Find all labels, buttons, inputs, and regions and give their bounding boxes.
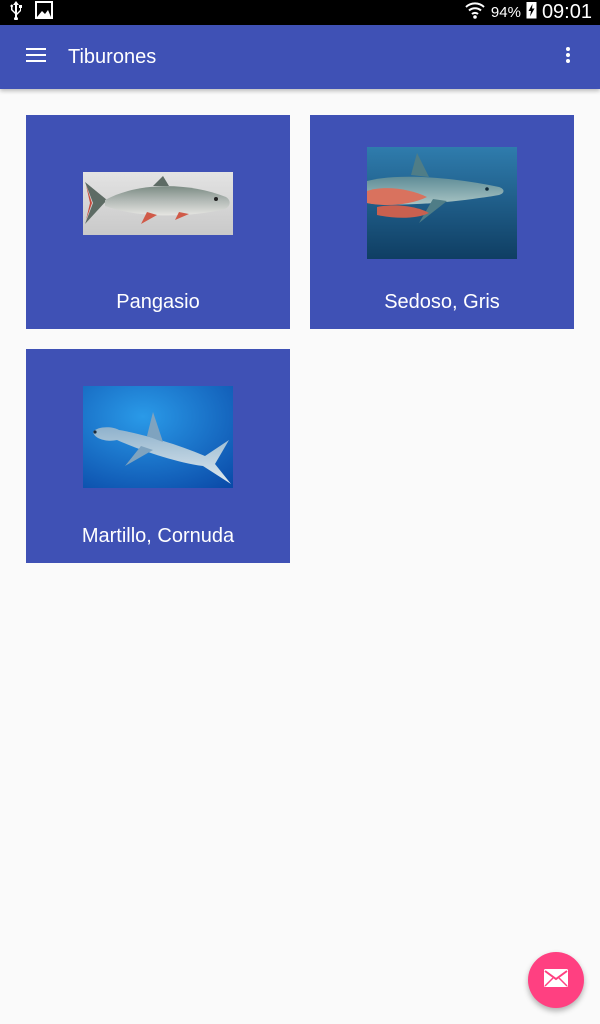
status-right: 94% 09:01 xyxy=(464,0,592,25)
card-label: Sedoso, Gris xyxy=(384,291,500,313)
card-label: Pangasio xyxy=(116,291,200,313)
email-fab-button[interactable] xyxy=(528,952,584,1008)
shark-card-martillo-cornuda[interactable]: Martillo, Cornuda xyxy=(26,349,290,563)
shark-card-sedoso-gris[interactable]: Sedoso, Gris xyxy=(310,115,574,329)
clock: 09:01 xyxy=(541,1,592,23)
hammerhead-shark-image xyxy=(83,386,233,488)
card-label: Martillo, Cornuda xyxy=(81,525,235,547)
wifi-icon xyxy=(464,0,486,25)
silky-shark-image xyxy=(367,147,517,259)
shark-card-pangasio[interactable]: Pangasio xyxy=(26,115,290,329)
status-left xyxy=(8,0,54,25)
email-icon xyxy=(543,968,569,993)
battery-percent: 94% xyxy=(490,4,521,21)
pangasius-fish-image xyxy=(83,172,233,235)
menu-button[interactable] xyxy=(16,37,56,77)
app-bar: Tiburones xyxy=(0,25,600,89)
status-bar: 94% 09:01 xyxy=(0,0,600,25)
battery-charging-icon xyxy=(526,1,537,24)
more-vert-icon xyxy=(565,46,571,69)
usb-icon xyxy=(8,0,24,25)
overflow-menu-button[interactable] xyxy=(548,37,588,77)
image-icon xyxy=(34,0,54,25)
app-title: Tiburones xyxy=(68,46,157,68)
menu-icon xyxy=(26,47,46,68)
